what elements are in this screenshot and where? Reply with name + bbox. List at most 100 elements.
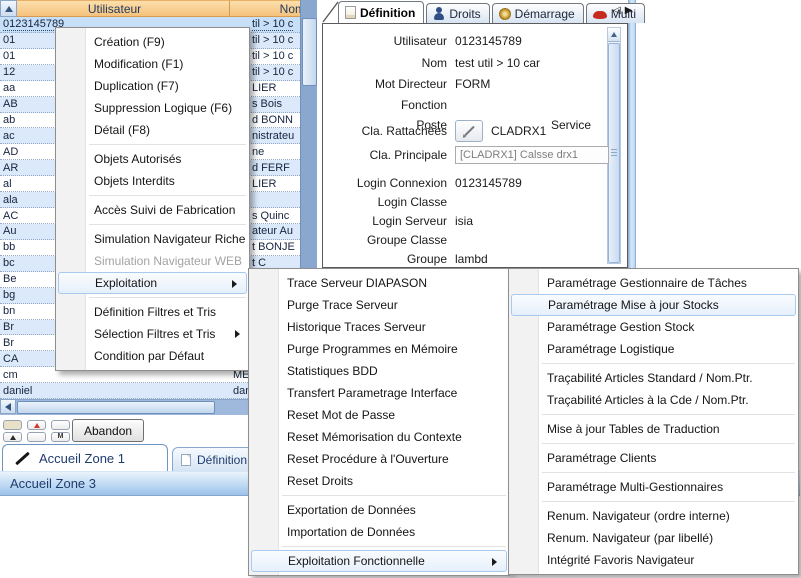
panel-tab-droits[interactable]: Droits	[426, 3, 489, 23]
menu-item[interactable]: Exploitation Fonctionnelle	[251, 550, 507, 572]
menu-item[interactable]: Simulation Navigateur WEB	[56, 250, 249, 272]
menu-item[interactable]: Suppression Logique (F6)	[56, 97, 249, 119]
field-label: Fonction	[325, 98, 455, 114]
abandon-button[interactable]: Abandon	[72, 419, 144, 442]
menu-item[interactable]: Accès Suivi de Fabrication	[56, 199, 249, 221]
menu-item-label: Paramétrage Mise à jour Stocks	[548, 298, 719, 312]
scroll-up-button[interactable]	[0, 0, 17, 17]
menu-item[interactable]: Sélection Filtres et Tris	[56, 323, 249, 345]
menu-item-label: Reset Mémorisation du Contexte	[287, 430, 462, 444]
exploitation-submenu: Trace Serveur DIAPASONPurge Trace Serveu…	[248, 268, 510, 576]
menu-item[interactable]: Création (F9)	[56, 31, 249, 53]
field-label: Login Serveur	[325, 214, 455, 230]
menu-item[interactable]: Intégrité Favoris Navigateur	[509, 549, 798, 571]
app-window: Utilisateur Nom 0123145789til > 10 c01ti…	[0, 0, 801, 578]
menu-item[interactable]: Purge Programmes en Mémoire	[249, 338, 509, 360]
window-edge-strip	[628, 0, 636, 268]
menu-item[interactable]: Traçabilité Articles à la Cde / Nom.Ptr.	[509, 389, 798, 411]
menu-item-label: Simulation Navigateur WEB	[94, 254, 242, 268]
menu-item[interactable]: Objets Autorisés	[56, 148, 249, 170]
exploitation-fonctionnelle-submenu: Paramétrage Gestionnaire de Tâches Paramé…	[508, 268, 799, 575]
panel-tab-d-marrage[interactable]: Démarrage	[492, 3, 584, 23]
person-icon	[433, 7, 445, 20]
field-input[interactable]: [CLADRX1] Calsse drx1	[455, 146, 609, 164]
menu-item[interactable]: Modification (F1)	[56, 53, 249, 75]
menu-item-label: Simulation Navigateur Riche	[94, 232, 245, 246]
menu-item-label: Paramétrage Multi-Gestionnaires	[547, 480, 723, 494]
menu-item[interactable]: Duplication (F7)	[56, 75, 249, 97]
menu-item[interactable]: Paramétrage Gestion Stock	[509, 316, 798, 338]
field-value: isia	[455, 214, 473, 230]
menu-item-label: Paramétrage Gestionnaire de Tâches	[547, 276, 747, 290]
tab-scroll-right-icon[interactable]: ▶	[625, 5, 633, 16]
menu-item-label: Objets Autorisés	[94, 152, 181, 166]
menu-item-label: Suppression Logique (F6)	[94, 101, 232, 115]
toolbar-blank-button[interactable]	[51, 420, 70, 430]
menu-item[interactable]: Reset Mémorisation du Contexte	[249, 426, 509, 448]
menu-item-label: Définition Filtres et Tris	[94, 305, 216, 319]
menu-item[interactable]: Reset Procédure à l'Ouverture	[249, 448, 509, 470]
zone3-label: Accueil Zone 3	[10, 476, 96, 491]
menu-item[interactable]: Simulation Navigateur Riche	[56, 228, 249, 250]
menu-item[interactable]: Trace Serveur DIAPASON	[249, 272, 509, 294]
toolbar-black-up-triangle-button[interactable]	[3, 432, 22, 442]
menu-item[interactable]: Historique Traces Serveur	[249, 316, 509, 338]
menu-separator	[542, 414, 795, 415]
field-label: Mot Directeur	[325, 77, 455, 93]
column-header-nom[interactable]: Nom	[230, 1, 300, 16]
panel-field: Login Classe	[325, 195, 615, 211]
menu-item-label: Statistiques BDD	[287, 364, 378, 378]
menu-item[interactable]: Statistiques BDD	[249, 360, 509, 382]
field-label: Groupe Classe	[325, 233, 455, 249]
menu-item-label: Paramétrage Logistique	[547, 342, 674, 356]
menu-item[interactable]: Définition Filtres et Tris	[56, 301, 249, 323]
menu-item[interactable]: Exportation de Données	[249, 499, 509, 521]
menu-item[interactable]: Paramétrage Clients	[509, 447, 798, 469]
menu-item[interactable]: Paramétrage Logistique	[509, 338, 798, 360]
menu-item-label: Mise à jour Tables de Traduction	[547, 422, 720, 436]
menu-item-label: Accès Suivi de Fabrication	[94, 203, 235, 217]
m-glyph-icon: M	[58, 433, 64, 441]
menu-item[interactable]: Importation de Données	[249, 521, 509, 543]
menu-item[interactable]: Paramétrage Mise à jour Stocks	[511, 294, 796, 316]
menu-item[interactable]: Renum. Navigateur (par libellé)	[509, 527, 798, 549]
toolbar-red-up-triangle-button[interactable]	[27, 420, 46, 430]
menu-item[interactable]: Objets Interdits	[56, 170, 249, 192]
menu-item[interactable]: Condition par Défaut	[56, 345, 249, 367]
detail-panel-tabbar: DéfinitionDroitsDémarrageMulti	[338, 1, 647, 23]
menu-item-label: Renum. Navigateur (par libellé)	[547, 531, 713, 545]
toolbar-beige-blank-button[interactable]	[3, 420, 22, 430]
submenu-arrow-icon	[235, 330, 240, 338]
menu-item[interactable]: Détail (F8)	[56, 119, 249, 141]
menu-item[interactable]: Purge Trace Serveur	[249, 294, 509, 316]
menu-item[interactable]: Reset Droits	[249, 470, 509, 492]
menu-item[interactable]: Traçabilité Articles Standard / Nom.Ptr.	[509, 367, 798, 389]
menu-item[interactable]: Transfert Parametrage Interface	[249, 382, 509, 404]
menu-item-label: Traçabilité Articles Standard / Nom.Ptr.	[547, 371, 753, 385]
scroll-left-button[interactable]	[0, 399, 16, 414]
menu-item[interactable]: Paramétrage Multi-Gestionnaires	[509, 476, 798, 498]
horizontal-scrollbar-thumb[interactable]	[17, 401, 215, 414]
menu-item[interactable]: Exploitation	[58, 272, 247, 294]
menu-item[interactable]: Renum. Navigateur (ordre interne)	[509, 505, 798, 527]
panel-tab-label: Démarrage	[515, 7, 575, 21]
menu-item-label: Paramétrage Gestion Stock	[547, 320, 694, 334]
menu-item[interactable]: Paramétrage Gestionnaire de Tâches	[509, 272, 798, 294]
vertical-scrollbar-thumb[interactable]	[302, 18, 317, 86]
menu-item-label: Transfert Parametrage Interface	[287, 386, 457, 400]
toolbar-blank-button[interactable]	[27, 432, 46, 442]
toolbar-m-glyph-button[interactable]: M	[51, 432, 70, 442]
menu-separator	[89, 297, 246, 298]
pencil-icon	[13, 449, 31, 467]
field-label: Cla. Principale	[325, 148, 455, 164]
panel-field: Cla. RattachéesCLADRX1	[325, 124, 615, 140]
panel-tab-d-finition[interactable]: Définition	[338, 1, 424, 23]
tab-scroll-left-icon[interactable]: ◁	[613, 5, 621, 16]
column-header-utilisateur[interactable]: Utilisateur	[0, 1, 230, 16]
class-picker-button[interactable]	[455, 120, 483, 142]
tab-accueil-zone-1[interactable]: Accueil Zone 1	[2, 444, 168, 471]
panel-field: Utilisateur0123145789	[325, 34, 615, 50]
field-value: 0123145789	[455, 34, 522, 50]
menu-item[interactable]: Reset Mot de Passe	[249, 404, 509, 426]
menu-item[interactable]: Mise à jour Tables de Traduction	[509, 418, 798, 440]
